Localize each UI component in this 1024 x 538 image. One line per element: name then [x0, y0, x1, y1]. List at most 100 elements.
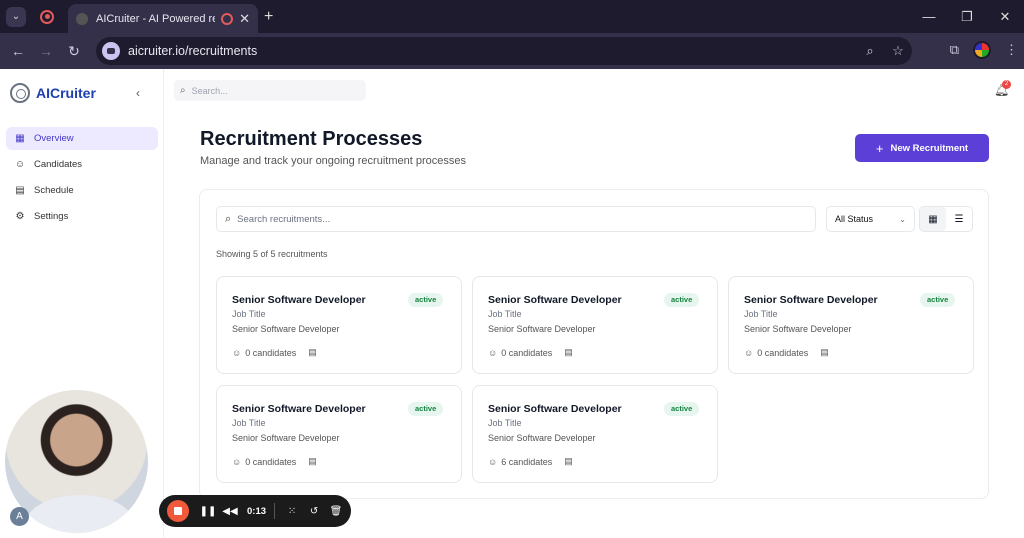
calendar-icon: ▤ [820, 347, 829, 357]
minimize-icon[interactable]: — [910, 9, 948, 24]
plus-icon: + [875, 140, 884, 156]
status-filter-select[interactable]: All Status ⌄ [826, 206, 915, 232]
card-meta: ☺ 0 candidates ▤ [232, 456, 317, 467]
results-count: Showing 5 of 5 recruitments [216, 249, 328, 259]
brand-name: AICruiter [36, 85, 96, 101]
trash-icon[interactable]: 🗑︎ [325, 506, 347, 517]
recruitment-search-input[interactable]: ⌕ Search recruitments... [216, 206, 816, 232]
browser-tab-strip: ⌄ AICruiter - AI Powered recr ✕ + — ❐ ✕ [0, 0, 1024, 33]
sidebar-item-label: Candidates [34, 159, 83, 170]
candidate-count: 0 candidates [245, 456, 297, 467]
job-title-value: Senior Software Developer [232, 433, 340, 443]
recruitment-card[interactable]: Senior Software Developer active Job Tit… [472, 276, 718, 374]
users-icon: ☺ [232, 347, 242, 358]
job-title-label: Job Title [488, 309, 522, 319]
url-text[interactable]: aicruiter.io/recruitments [128, 44, 856, 58]
job-title-label: Job Title [744, 309, 778, 319]
gear-icon: ⚙ [15, 210, 25, 222]
users-icon: ☺ [488, 347, 498, 358]
profile-avatar[interactable] [973, 41, 991, 59]
new-tab-button[interactable]: + [264, 8, 273, 26]
sidebar-item-settings[interactable]: ⚙ Settings [6, 205, 158, 228]
sidebar-item-schedule[interactable]: ▤ Schedule [6, 179, 158, 202]
stop-recording-button[interactable] [167, 500, 189, 522]
close-tab-icon[interactable]: ✕ [239, 11, 250, 27]
job-title-value: Senior Software Developer [744, 324, 852, 334]
users-icon: ☺ [744, 347, 754, 358]
sidebar-item-label: Schedule [34, 185, 74, 196]
global-search-placeholder: Search... [191, 85, 228, 96]
reload-button[interactable]: ↻ [60, 43, 88, 60]
toolbar-actions: ⧉ ⋮ [950, 41, 1018, 59]
new-recruitment-button[interactable]: + New Recruitment [855, 134, 989, 162]
sidebar-item-candidates[interactable]: ☺ Candidates [6, 153, 158, 176]
tab-search-button[interactable]: ⌄ [6, 6, 26, 27]
close-icon[interactable]: ✕ [986, 9, 1024, 25]
status-badge: active [664, 402, 700, 416]
collapse-sidebar-icon[interactable]: ‹ [136, 86, 140, 100]
status-badge: active [664, 293, 700, 307]
new-recruitment-label: New Recruitment [890, 142, 969, 154]
recruitment-card[interactable]: Senior Software Developer active Job Tit… [216, 385, 462, 483]
users-icon: ☺ [232, 456, 242, 467]
grid-icon: ▦ [15, 132, 25, 144]
users-icon: ☺ [488, 456, 498, 467]
search-icon: ⌕ [180, 85, 186, 96]
sidebar-item-overview[interactable]: ▦ Overview [6, 127, 158, 150]
grid-view-icon[interactable]: ▦ [920, 207, 946, 231]
recording-tab-icon[interactable] [40, 9, 54, 24]
recording-controls: ❚❚ ◀◀ 0:13 ⁙ ↺ 🗑︎ [159, 495, 351, 527]
candidate-count: 0 candidates [501, 347, 553, 358]
pause-icon[interactable]: ❚❚ [197, 506, 219, 517]
search-icon: ⌕ [225, 212, 232, 225]
job-title-label: Job Title [232, 309, 266, 319]
calendar-icon: ▤ [308, 347, 317, 357]
status-badge: active [408, 402, 444, 416]
forward-button[interactable]: → [32, 43, 60, 59]
card-title: Senior Software Developer [488, 403, 622, 415]
card-title: Senior Software Developer [232, 403, 366, 415]
restore-icon[interactable]: ❐ [948, 9, 986, 25]
back-button[interactable]: ← [4, 43, 32, 59]
card-title: Senior Software Developer [744, 294, 878, 306]
status-filter-value: All Status [835, 214, 874, 224]
status-badge: active [408, 293, 444, 307]
view-toggle: ▦ ☰ [919, 206, 973, 232]
card-meta: ☺ 0 candidates ▤ [744, 347, 829, 358]
zoom-icon[interactable]: ⌕ [856, 43, 884, 59]
candidate-count: 0 candidates [245, 347, 297, 358]
divider [274, 503, 276, 519]
draw-grid-icon[interactable]: ⁙ [281, 506, 303, 517]
menu-dots-icon[interactable]: ⋮ [1005, 42, 1018, 58]
list-view-icon[interactable]: ☰ [946, 207, 972, 231]
rewind-icon[interactable]: ◀◀ [219, 506, 241, 517]
users-icon: ☺ [14, 158, 26, 170]
sidebar-item-label: Settings [34, 211, 69, 222]
recruitment-card[interactable]: Senior Software Developer active Job Tit… [216, 276, 462, 374]
address-bar[interactable]: aicruiter.io/recruitments ⌕ ☆ [96, 37, 912, 65]
card-meta: ☺ 6 candidates ▤ [488, 456, 573, 467]
job-title-value: Senior Software Developer [488, 324, 596, 334]
page-subtitle: Manage and track your ongoing recruitmen… [200, 155, 466, 167]
recruitment-search-placeholder: Search recruitments... [237, 213, 331, 225]
avatar[interactable]: A [10, 507, 29, 526]
job-title-label: Job Title [232, 418, 266, 428]
recording-time: 0:13 [247, 505, 267, 517]
logo-icon [10, 83, 30, 103]
card-meta: ☺ 0 candidates ▤ [488, 347, 573, 358]
site-info-icon[interactable] [102, 42, 120, 60]
browser-toolbar: ← → ↻ aicruiter.io/recruitments ⌕ ☆ ⧉ ⋮ [0, 33, 1024, 69]
job-title-value: Senior Software Developer [232, 324, 340, 334]
recruitment-card[interactable]: Senior Software Developer active Job Tit… [728, 276, 974, 374]
restart-icon[interactable]: ↺ [303, 506, 325, 517]
global-search-input[interactable]: ⌕ Search... [174, 80, 366, 101]
card-title: Senior Software Developer [232, 294, 366, 306]
tab-title: AICruiter - AI Powered recr [96, 12, 216, 25]
browser-tab-active[interactable]: AICruiter - AI Powered recr ✕ [68, 4, 258, 33]
bookmark-star-icon[interactable]: ☆ [884, 43, 912, 59]
brand[interactable]: AICruiter [10, 83, 96, 103]
sidebar-menu: ▦ Overview ☺ Candidates ▤ Schedule ⚙ Set… [6, 127, 158, 231]
calendar-icon: ▤ [564, 347, 573, 357]
recruitment-card[interactable]: Senior Software Developer active Job Tit… [472, 385, 718, 483]
extensions-icon[interactable]: ⧉ [950, 42, 959, 58]
